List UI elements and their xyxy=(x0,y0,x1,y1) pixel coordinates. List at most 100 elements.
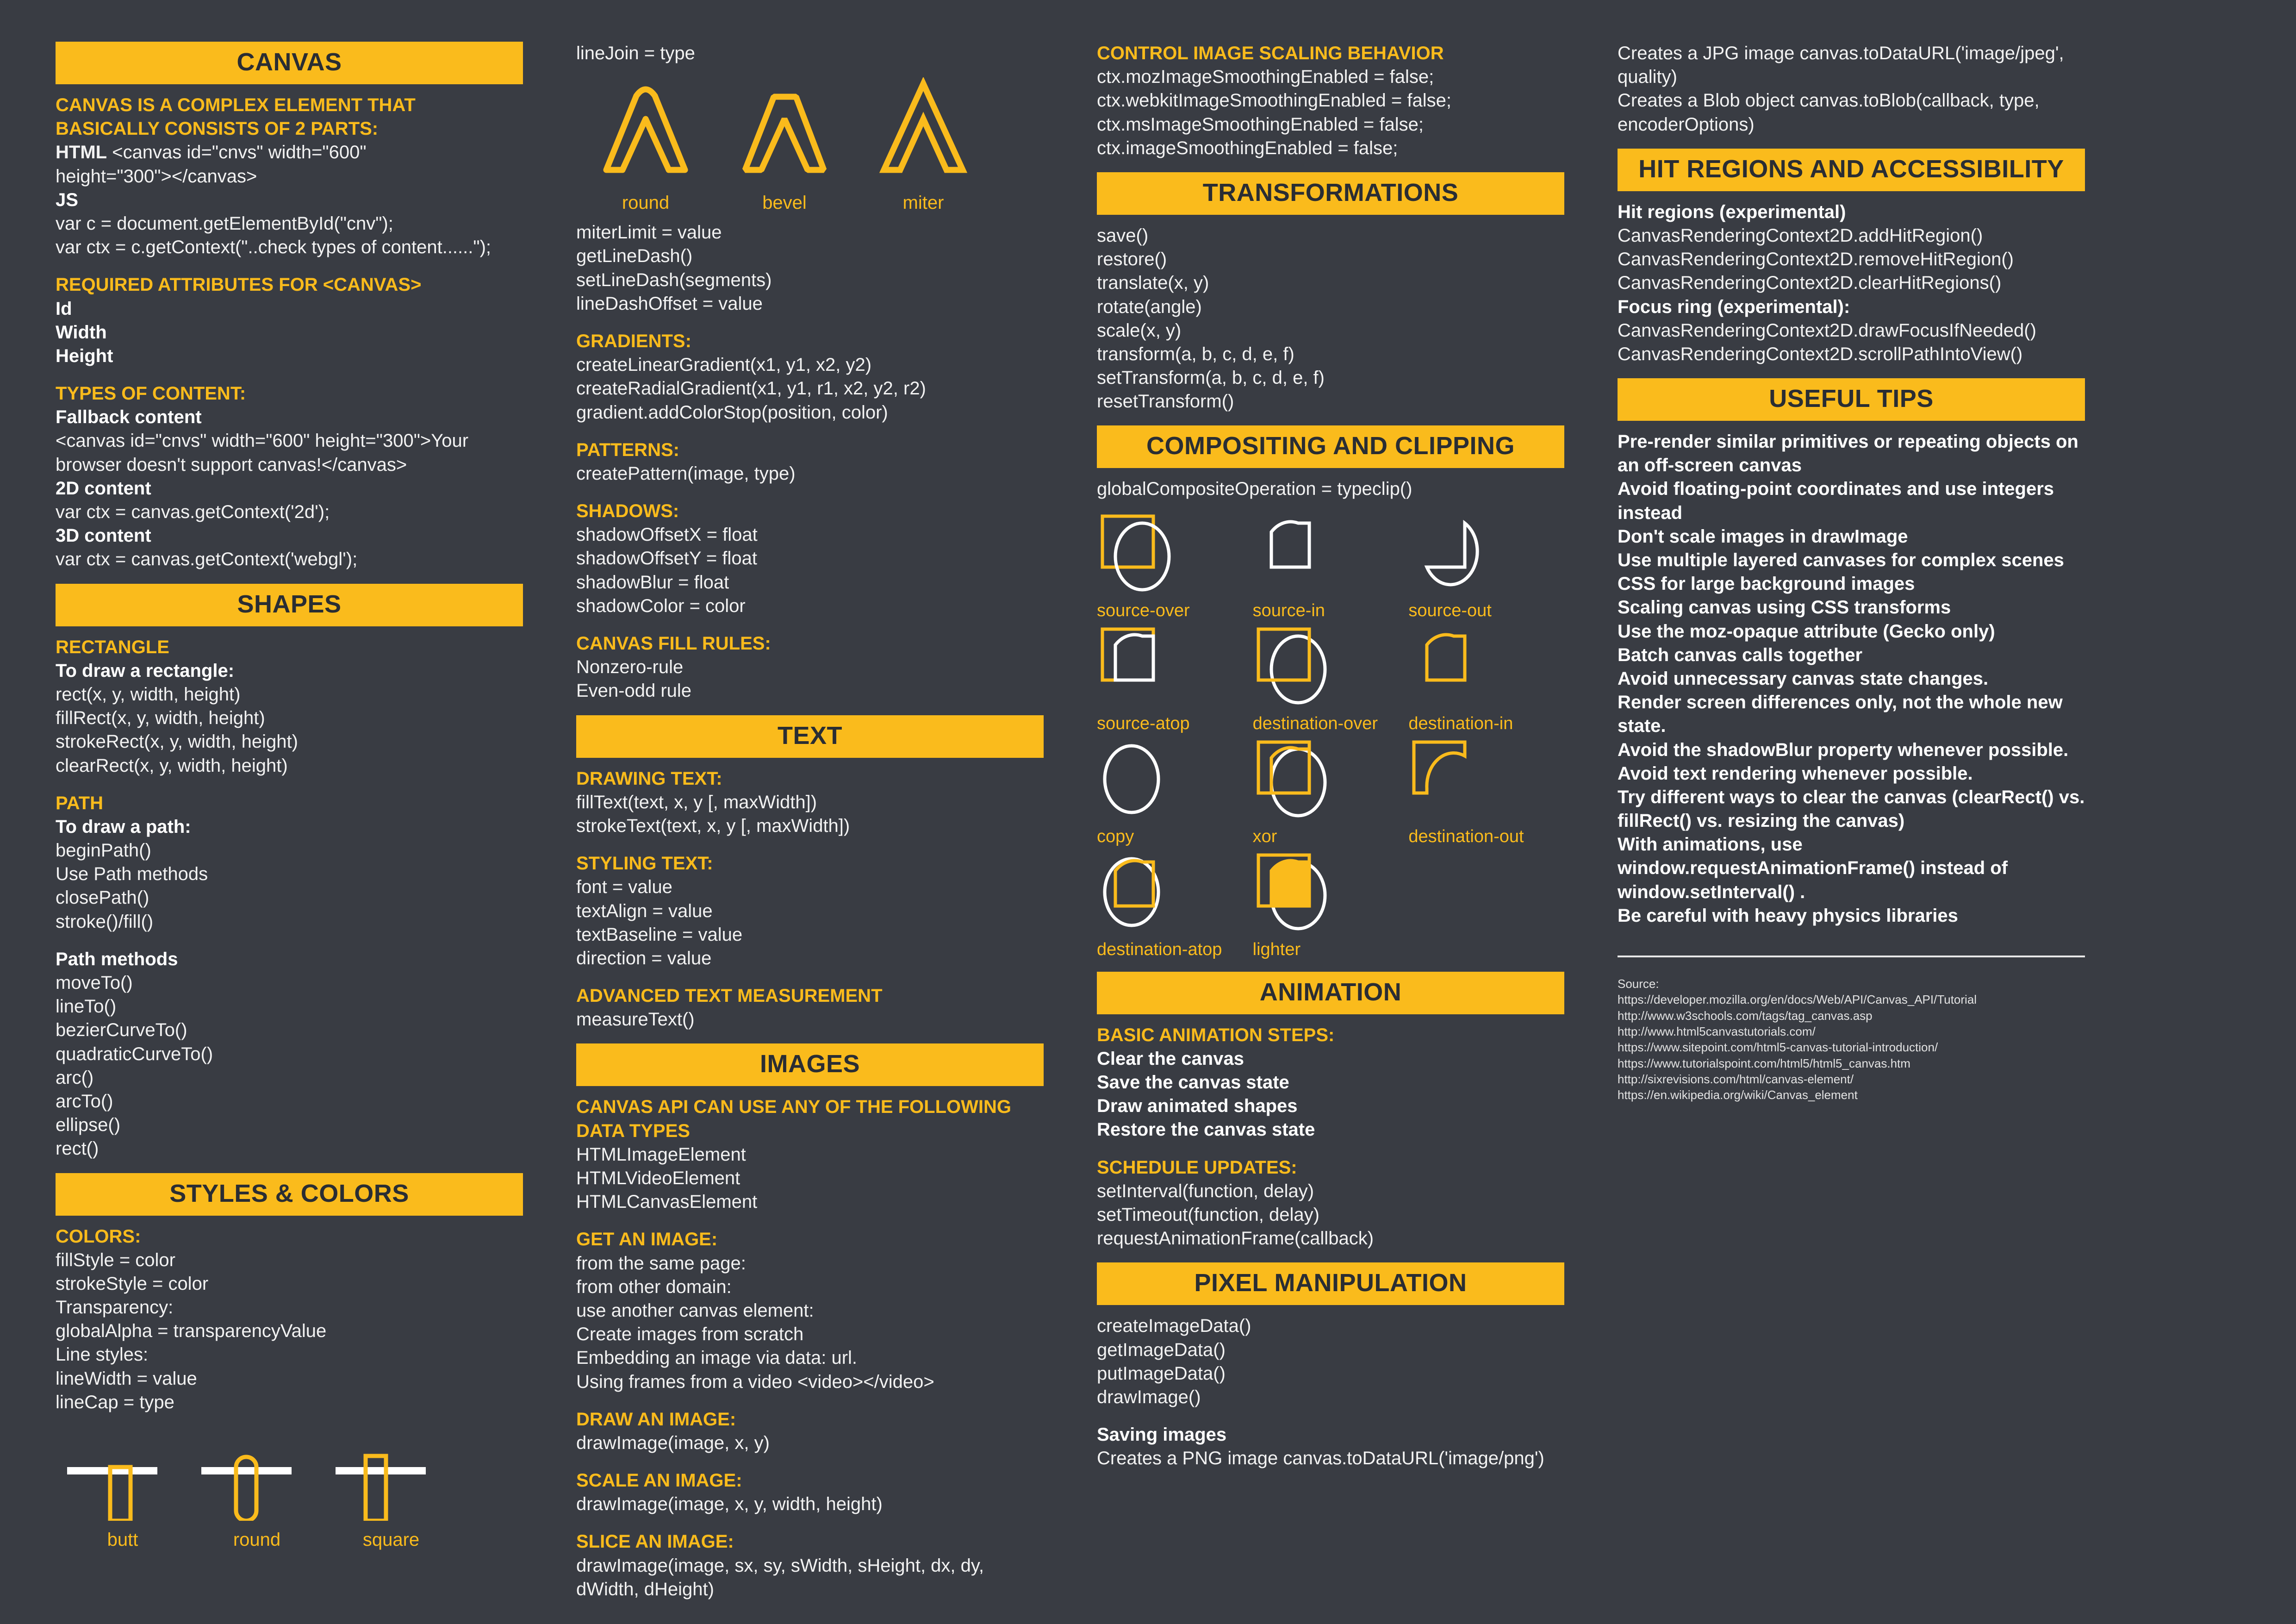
section-header-shapes: SHAPES xyxy=(56,583,523,626)
gradients-title: GRADIENTS: xyxy=(576,331,691,351)
2d-content-label: 2D content xyxy=(56,478,151,499)
text-measurement-title: ADVANCED TEXT MEASUREMENT xyxy=(576,986,883,1006)
scale-image-method: drawImage(image, x, y, width, height) xyxy=(576,1494,883,1515)
draw-image-method: drawImage(image, x, y) xyxy=(576,1432,770,1453)
path-step: beginPath() xyxy=(56,840,151,861)
path-method: quadraticCurveTo() xyxy=(56,1043,213,1064)
slice-image-method: drawImage(image, sx, sy, sWidth, sHeight… xyxy=(576,1555,984,1599)
canvas-html-line-1: HTML <canvas id="cnvs" width="600" xyxy=(56,141,523,164)
colors-line: lineCap = type xyxy=(56,1392,174,1412)
animation-step: Clear the canvas xyxy=(1097,1048,1244,1069)
composite-cell-source-out: source-out xyxy=(1408,512,1564,621)
get-image-item: Embedding an image via data: url. xyxy=(576,1346,1044,1370)
get-image-item-bold: from the same page: xyxy=(576,1253,746,1274)
source-url: https://developer.mozilla.org/en/docs/We… xyxy=(1618,993,1977,1007)
tip-item: Avoid the shadowBlur property whenever p… xyxy=(1618,739,2069,760)
schedule-method: setTimeout(function, delay) xyxy=(1097,1204,1319,1225)
shadow-prop: shadowColor = color xyxy=(576,595,746,616)
path-step: Use Path methods xyxy=(56,864,208,885)
linejoin-line: lineJoin = type xyxy=(576,43,695,63)
colors-line: fillStyle = color xyxy=(56,1249,175,1270)
linejoin-label: round xyxy=(622,193,670,213)
section-header-text: TEXT xyxy=(576,715,1044,758)
types-of-content-title: TYPES OF CONTENT: xyxy=(56,383,246,404)
colors-line: strokeStyle = color xyxy=(56,1273,209,1294)
composite-label: source-out xyxy=(1408,600,1492,620)
linecap-square-figure: square xyxy=(324,1442,458,1550)
3d-content-label: 3D content xyxy=(56,525,151,546)
fill-rules-title: CANVAS FILL RULES: xyxy=(576,633,771,654)
source-url: http://www.html5canvastutorials.com/ xyxy=(1618,1024,1816,1038)
data-types-title: CANVAS API CAN USE ANY OF THE FOLLOWING … xyxy=(576,1097,1012,1141)
fallback-code-2: browser doesn't support canvas!</canvas> xyxy=(56,454,407,475)
source-divider xyxy=(1618,956,2085,957)
section-header-useful-tips: USEFUL TIPS xyxy=(1618,378,2085,421)
fill-rule: Nonzero-rule xyxy=(576,657,684,678)
linecap-butt-diagram xyxy=(67,1465,157,1523)
gradient-method: createLinearGradient(x1, y1, x2, y2) xyxy=(576,355,872,375)
section-header-animation: ANIMATION xyxy=(1097,971,1564,1014)
get-image-item-rest: data: url. xyxy=(780,1348,858,1368)
required-attributes-title: REQUIRED ATTRIBUTES FOR <CANVAS> xyxy=(56,275,422,295)
path-step: stroke()/fill() xyxy=(56,911,154,932)
linecap-butt-figure: butt xyxy=(56,1442,190,1550)
section-header-hit-regions: HIT REGIONS AND ACCESSIBILITY xyxy=(1618,148,2085,191)
composite-label: copy xyxy=(1097,826,1134,846)
section-header-transformations: TRANSFORMATIONS xyxy=(1097,172,1564,215)
get-image-item: from the same page: xyxy=(576,1252,1044,1275)
source-over-diagram xyxy=(1101,514,1171,592)
get-image-item-bold: Create images from scratch xyxy=(576,1324,804,1345)
data-type: HTMLVideoElement xyxy=(576,1168,740,1188)
linejoin-label: miter xyxy=(902,193,944,213)
styling-text-prop: textBaseline = value xyxy=(576,924,743,945)
source-out-diagram xyxy=(1424,519,1479,587)
tip-item: With animations, use window.requestAnima… xyxy=(1618,834,2008,902)
saving-blob-line: Creates a Blob object canvas.toBlob(call… xyxy=(1618,90,2040,135)
shadow-prop: shadowOffsetX = float xyxy=(576,525,758,545)
rectangle-method: strokeRect(x, y, width, height) xyxy=(56,731,298,752)
get-image-item-bold: from other domain: xyxy=(576,1276,732,1297)
pixel-method: putImageData() xyxy=(1097,1363,1226,1384)
source-url: https://www.tutorialspoint.com/html5/htm… xyxy=(1618,1056,1910,1070)
tip-item: Avoid text rendering whenever possible. xyxy=(1618,763,1973,784)
gradient-method: createRadialGradient(x1, y1, r1, x2, y2,… xyxy=(576,378,926,399)
styling-text-prop: font = value xyxy=(576,877,672,898)
column-2: lineJoin = type round bevel miter miterL… xyxy=(576,42,1044,1601)
canvas-intro-title: CANVAS IS A COMPLEX ELEMENT THAT BASICAL… xyxy=(56,95,416,139)
saving-jpg-line: Creates a JPG image canvas.toDataURL('im… xyxy=(1618,43,2064,87)
source-url: https://en.wikipedia.org/wiki/Canvas_ele… xyxy=(1618,1088,1858,1102)
drawing-text-method: strokeText(text, x, y [, maxWidth]) xyxy=(576,815,850,836)
line-prop: miterLimit = value xyxy=(576,222,722,243)
shadows-title: SHADOWS: xyxy=(576,501,679,522)
tip-item: Don't scale images in drawImage xyxy=(1618,526,1908,547)
section-header-compositing: COMPOSITING AND CLIPPING xyxy=(1097,425,1564,468)
slice-image-title: SLICE AN IMAGE: xyxy=(576,1531,734,1552)
composite-cell-destination-atop: destination-atop xyxy=(1097,851,1253,960)
data-type: HTMLImageElement xyxy=(576,1144,746,1165)
transformation-method: scale(x, y) xyxy=(1097,320,1182,341)
path-method: bezierCurveTo() xyxy=(56,1020,187,1041)
colors-line: globalAlpha = transparencyValue xyxy=(56,1321,327,1342)
transformation-method: resetTransform() xyxy=(1097,391,1234,412)
hit-regions-title: Hit regions (experimental) xyxy=(1618,201,1846,222)
fallback-code-1: <canvas id="cnvs" width="600" height="30… xyxy=(56,431,469,451)
tip-item: Use multiple layered canvases for comple… xyxy=(1618,550,2064,570)
linecap-label: butt xyxy=(107,1530,138,1550)
rectangle-subtitle: To draw a rectangle: xyxy=(56,660,235,681)
focus-ring-method: CanvasRenderingContext2D.drawFocusIfNeed… xyxy=(1618,320,2036,341)
get-image-item-bold: Embedding an image via xyxy=(576,1348,780,1368)
pattern-method: createPattern(image, type) xyxy=(576,463,796,484)
composite-cell-destination-in: destination-in xyxy=(1408,625,1564,734)
colors-line: lineWidth = value xyxy=(56,1368,197,1389)
tip-item: Try different ways to clear the canvas (… xyxy=(1618,787,2085,831)
canvas-html-line-2: height="300"></canvas> xyxy=(56,166,257,187)
drawing-text-method: fillText(text, x, y [, maxWidth]) xyxy=(576,792,817,812)
columns-container: CANVAS CANVAS IS A COMPLEX ELEMENT THAT … xyxy=(56,42,2240,1599)
get-image-item-bold: Using frames from a video <video></video… xyxy=(576,1371,934,1392)
required-attr-item: Height xyxy=(56,345,113,366)
pixel-method: getImageData() xyxy=(1097,1339,1226,1360)
rectangle-title: RECTANGLE xyxy=(56,637,169,657)
linejoin-miter-figure: miter xyxy=(854,76,993,213)
